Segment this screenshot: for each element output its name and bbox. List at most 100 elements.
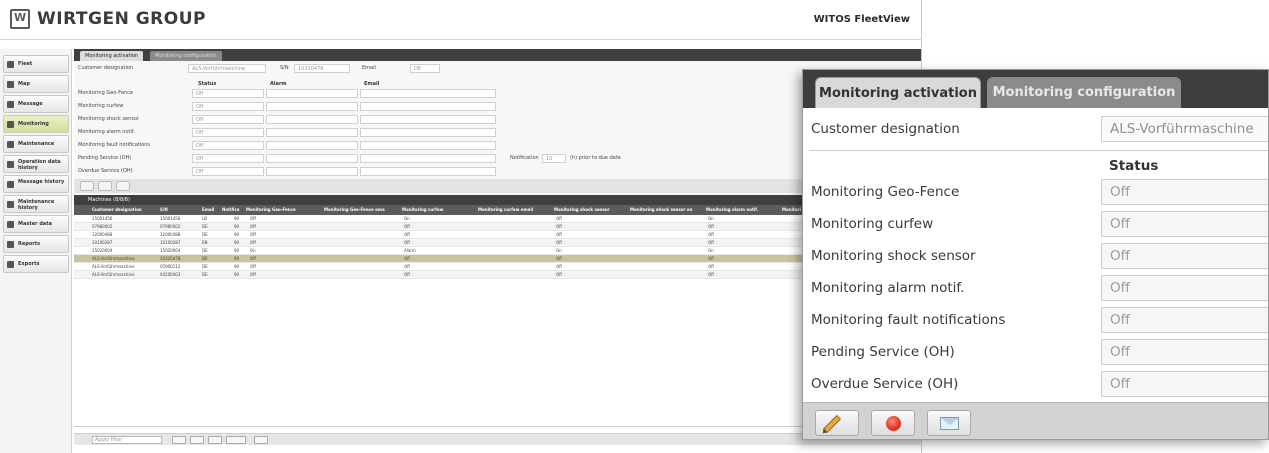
refresh-button[interactable] — [190, 436, 204, 444]
table-row[interactable]: 10100287 10100287 EN 90 Off Off Off Off — [74, 239, 921, 247]
bg-row-label: Monitoring curfew — [78, 103, 124, 109]
overdue-service-status[interactable]: Off — [1101, 371, 1268, 397]
cell-curfew: Off — [404, 272, 410, 277]
columns-dropdown[interactable] — [226, 436, 246, 444]
bg-record-button[interactable] — [98, 181, 112, 191]
bg-customer-field[interactable]: ALS-Vorführmaschine — [188, 64, 266, 73]
bg-alarm-field[interactable] — [266, 102, 358, 111]
monitoring-geofence-status[interactable]: Off — [1101, 179, 1268, 205]
sidebar-item-monitoring[interactable]: Monitoring — [3, 115, 69, 133]
bg-email-header: Email — [364, 81, 380, 87]
bg-status-field[interactable]: Off — [192, 128, 264, 137]
table-row[interactable]: 12000488 12000488 DE 90 Off Off Off Off — [74, 231, 921, 239]
table-row[interactable]: ALS-Vorführmaschine 04200403 DE 90 Off O… — [74, 271, 921, 279]
cell-customer: ALS-Vorführmaschine — [92, 272, 135, 277]
bg-tab-monitoring-configuration[interactable]: Monitoring configuration — [150, 51, 222, 61]
sidebar-item-maintenance-history[interactable]: Maintenance history — [3, 195, 69, 213]
column-header[interactable]: Monitoring curfew email — [478, 205, 552, 215]
column-header[interactable]: Email — [202, 205, 222, 215]
bg-email-select[interactable]: DE — [410, 64, 440, 73]
bg-status-field[interactable]: Off — [192, 154, 264, 163]
edit-button[interactable] — [815, 410, 859, 436]
bg-alarm-field[interactable] — [266, 89, 358, 98]
cell-alarm: Off — [708, 256, 714, 261]
email-button[interactable] — [927, 410, 971, 436]
column-header[interactable]: Monitoring Geo-Fence — [246, 205, 320, 215]
cell-geofence: Off — [250, 224, 256, 229]
column-header[interactable]: Notifica — [222, 205, 244, 215]
tab-monitoring-activation[interactable]: Monitoring activation — [815, 77, 981, 108]
cell-shock: Off — [556, 216, 562, 221]
bg-alarm-field[interactable] — [266, 141, 358, 150]
column-header[interactable]: Customer designation — [92, 205, 148, 215]
cell-alarm: Off — [708, 272, 714, 277]
cell-sn: 05900112 — [160, 264, 181, 269]
monitoring-curfew-label: Monitoring curfew — [811, 216, 934, 232]
bg-edit-button[interactable] — [80, 181, 94, 191]
sidebar-item-fleet[interactable]: Fleet — [3, 55, 69, 73]
customer-designation-field[interactable]: ALS-Vorführmaschine — [1101, 116, 1268, 142]
bg-email-field[interactable] — [360, 115, 496, 124]
app-header: WIRTGEN GROUP WITOS FleetView — [0, 0, 921, 40]
export-button[interactable] — [254, 436, 268, 444]
bg-status-field[interactable]: Off — [192, 89, 264, 98]
table-row[interactable]: 15001456 15001456 LB 90 Off On Off On — [74, 215, 921, 223]
bg-email-field[interactable] — [360, 141, 496, 150]
filter-input[interactable]: Apply filter — [92, 436, 162, 444]
bg-alarm-field[interactable] — [266, 128, 358, 137]
table-row[interactable]: ALS-Vorführmaschine 05900112 DE 90 Off O… — [74, 263, 921, 271]
bg-row-label: Monitoring alarm notif. — [78, 129, 135, 135]
bg-alarm-field[interactable] — [266, 154, 358, 163]
bg-email-field[interactable] — [360, 167, 496, 176]
sidebar-item-reports[interactable]: Reports — [3, 235, 69, 253]
bg-sn-field[interactable]: 10320478 — [294, 64, 350, 73]
bg-email-field[interactable] — [360, 89, 496, 98]
sidebar-item-maintenance[interactable]: Maintenance — [3, 135, 69, 153]
sidebar-item-map[interactable]: Map — [3, 75, 69, 93]
column-header[interactable]: Monitoring curfew — [402, 205, 476, 215]
product-name: WITOS FleetView — [813, 14, 910, 25]
bg-alarm-field[interactable] — [266, 167, 358, 176]
bg-row-label: Monitoring Geo-Fence — [78, 90, 133, 96]
pending-service-status[interactable]: Off — [1101, 339, 1268, 365]
monitoring-curfew-status[interactable]: Off — [1101, 211, 1268, 237]
bg-status-field[interactable]: Off — [192, 167, 264, 176]
bg-email-label: Email — [362, 65, 376, 71]
cell-alarm: On — [708, 248, 714, 253]
bg-email-field[interactable] — [360, 128, 496, 137]
cell-customer: 15020004 — [92, 248, 113, 253]
bg-status-field[interactable]: Off — [192, 141, 264, 150]
bg-status-field[interactable]: Off — [192, 102, 264, 111]
column-header[interactable]: Monitoring Geo-Fence ema — [324, 205, 398, 215]
monitoring-alarm-notif-status[interactable]: Off — [1101, 275, 1268, 301]
cell-sn: 10100287 — [160, 240, 181, 245]
sidebar-item-operation-data-history[interactable]: Operation data history — [3, 155, 69, 173]
monitoring-fault-notifications-status[interactable]: Off — [1101, 307, 1268, 333]
column-header[interactable]: Monitoring alarm notif. — [706, 205, 780, 215]
stop-button[interactable] — [208, 436, 222, 444]
bg-alarm-field[interactable] — [266, 115, 358, 124]
table-row-selected[interactable]: ALS-Vorführmaschine 10320478 DE 90 Off O… — [74, 255, 921, 263]
cell-geofence: Off — [250, 264, 256, 269]
column-header[interactable]: S/N — [160, 205, 190, 215]
column-header[interactable]: Monitoring shock sensor en — [630, 205, 704, 215]
bg-email-button[interactable] — [116, 181, 130, 191]
table-row[interactable]: 15020004 15020004 DE 90 On Alarm On On — [74, 247, 921, 255]
column-header[interactable]: Monitoring shock sensor — [554, 205, 628, 215]
sidebar-item-master-data[interactable]: Master data — [3, 215, 69, 233]
tab-monitoring-configuration[interactable]: Monitoring configuration — [987, 77, 1181, 108]
bg-status-field[interactable]: Off — [192, 115, 264, 124]
bg-tab-monitoring-activation[interactable]: Monitoring activation — [80, 51, 144, 61]
filter-button[interactable] — [172, 436, 186, 444]
record-button[interactable] — [871, 410, 915, 436]
message-icon — [7, 101, 14, 108]
sidebar-item-exports[interactable]: Exports — [3, 255, 69, 273]
bg-notification-field[interactable]: 10 — [542, 154, 566, 163]
monitoring-shock-sensor-status[interactable]: Off — [1101, 243, 1268, 269]
sidebar-item-message-history[interactable]: Message history — [3, 175, 69, 193]
bg-email-field[interactable] — [360, 102, 496, 111]
table-row[interactable]: 07980002 07980002 DE 90 Off Off Off Off — [74, 223, 921, 231]
cell-customer: ALS-Vorführmaschine — [92, 264, 135, 269]
bg-email-field[interactable] — [360, 154, 496, 163]
sidebar-item-message[interactable]: Message — [3, 95, 69, 113]
